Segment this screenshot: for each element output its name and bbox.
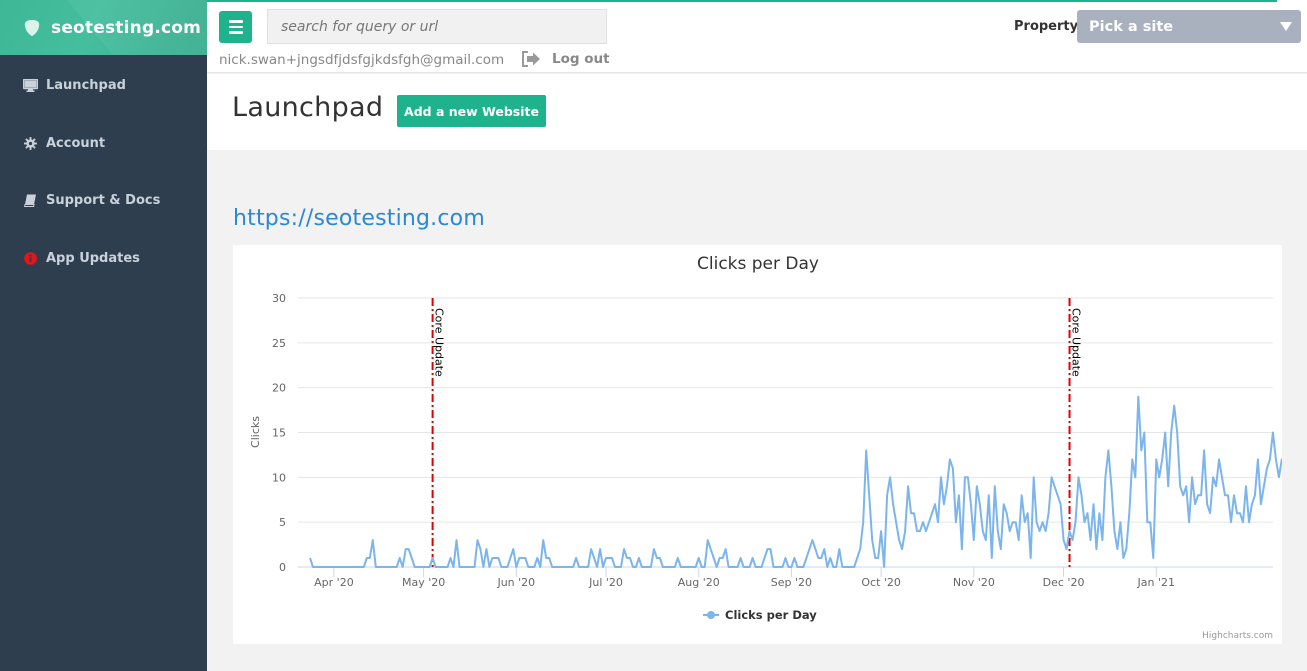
logout-label: Log out xyxy=(552,51,610,67)
x-tick-label: Jan '21 xyxy=(1137,576,1175,589)
sidebar-item-label: App Updates xyxy=(46,250,140,266)
chart-card: Clicks per Day Clicks 0 5 10 15 20 25 30 Apr '… xyxy=(233,245,1282,644)
property-select[interactable]: Pick a site xyxy=(1077,10,1301,43)
top-accent-line xyxy=(207,0,1277,2)
info-icon xyxy=(22,251,38,265)
menu-toggle-button[interactable] xyxy=(219,11,252,43)
series-line-clicks-per-day xyxy=(309,395,1282,568)
gear-icon xyxy=(22,136,38,150)
y-tick-label: 10 xyxy=(272,471,286,484)
core-update-label: Core Update xyxy=(433,308,446,377)
sidebar-item-support-docs[interactable]: Support & Docs xyxy=(0,172,207,230)
x-tick-label: May '20 xyxy=(402,576,445,589)
y-tick-label: 20 xyxy=(272,382,286,395)
x-tick-label: Jul '20 xyxy=(588,576,623,589)
sidebar-item-app-updates[interactable]: App Updates xyxy=(0,230,207,288)
user-email: nick.swan+jngsdfjdsfgjkdsfgh@gmail.com xyxy=(219,52,505,68)
x-tick-label: Oct '20 xyxy=(861,576,901,589)
chart-title: Clicks per Day xyxy=(697,254,819,274)
legend-label[interactable]: Clicks per Day xyxy=(725,608,817,622)
core-update-label: Core Update xyxy=(1070,308,1083,377)
shield-icon xyxy=(24,19,40,36)
hamburger-icon xyxy=(228,20,243,23)
search-input[interactable] xyxy=(267,9,607,44)
caret-down-icon xyxy=(1280,22,1292,31)
brand[interactable]: seotesting.com xyxy=(0,0,207,55)
legend-marker-icon xyxy=(707,611,715,619)
sidebar-item-label: Account xyxy=(46,135,106,151)
y-axis-label: Clicks xyxy=(249,416,262,448)
logout-icon xyxy=(522,51,540,67)
y-tick-label: 15 xyxy=(272,427,286,440)
highcharts-credits[interactable]: Highcharts.com xyxy=(1202,631,1273,641)
add-website-button[interactable]: Add a new Website xyxy=(397,95,546,127)
sidebar-nav: Launchpad Account Support & Docs App Upd… xyxy=(0,57,207,287)
property-selected-value: Pick a site xyxy=(1089,18,1174,35)
property-label: Property xyxy=(1014,19,1079,34)
sidebar-item-label: Support & Docs xyxy=(46,193,161,209)
y-tick-label: 5 xyxy=(279,516,286,529)
x-tick-label: Apr '20 xyxy=(314,576,354,589)
brand-name: seotesting.com xyxy=(51,17,202,38)
logout-button[interactable]: Log out xyxy=(521,51,610,67)
x-tick-label: Dec '20 xyxy=(1043,576,1085,589)
x-tick-label: Nov '20 xyxy=(953,576,995,589)
page-title: Launchpad xyxy=(232,92,384,123)
book-icon xyxy=(22,194,38,208)
site-link[interactable]: https://seotesting.com xyxy=(233,206,485,231)
x-tick-label: Jun '20 xyxy=(496,576,535,589)
x-tick-label: Sep '20 xyxy=(771,576,812,589)
sidebar: seotesting.com Launchpad Account Support… xyxy=(0,0,207,671)
clicks-chart: Clicks per Day Clicks 0 5 10 15 20 25 30 Apr '… xyxy=(249,254,1282,622)
legend[interactable]: Clicks per Day xyxy=(703,608,817,622)
page-header: Launchpad Add a new Website xyxy=(207,74,1307,150)
monitor-icon xyxy=(22,79,38,93)
x-axis: Apr '20 May '20 Jun '20 Jul '20 Aug '20 Sep '… xyxy=(314,567,1175,589)
series-group xyxy=(309,395,1282,568)
y-tick-label: 25 xyxy=(272,337,286,350)
y-tick-label: 0 xyxy=(279,561,286,574)
sidebar-item-account[interactable]: Account xyxy=(0,115,207,173)
sidebar-item-label: Launchpad xyxy=(46,78,126,94)
top-bar: nick.swan+jngsdfjdsfgjkdsfgh@gmail.com L… xyxy=(207,0,1307,73)
x-tick-label: Aug '20 xyxy=(678,576,720,589)
y-tick-label: 30 xyxy=(272,292,286,305)
y-tick-labels: 0 5 10 15 20 25 30 xyxy=(272,292,286,574)
sidebar-item-launchpad[interactable]: Launchpad xyxy=(0,57,207,115)
